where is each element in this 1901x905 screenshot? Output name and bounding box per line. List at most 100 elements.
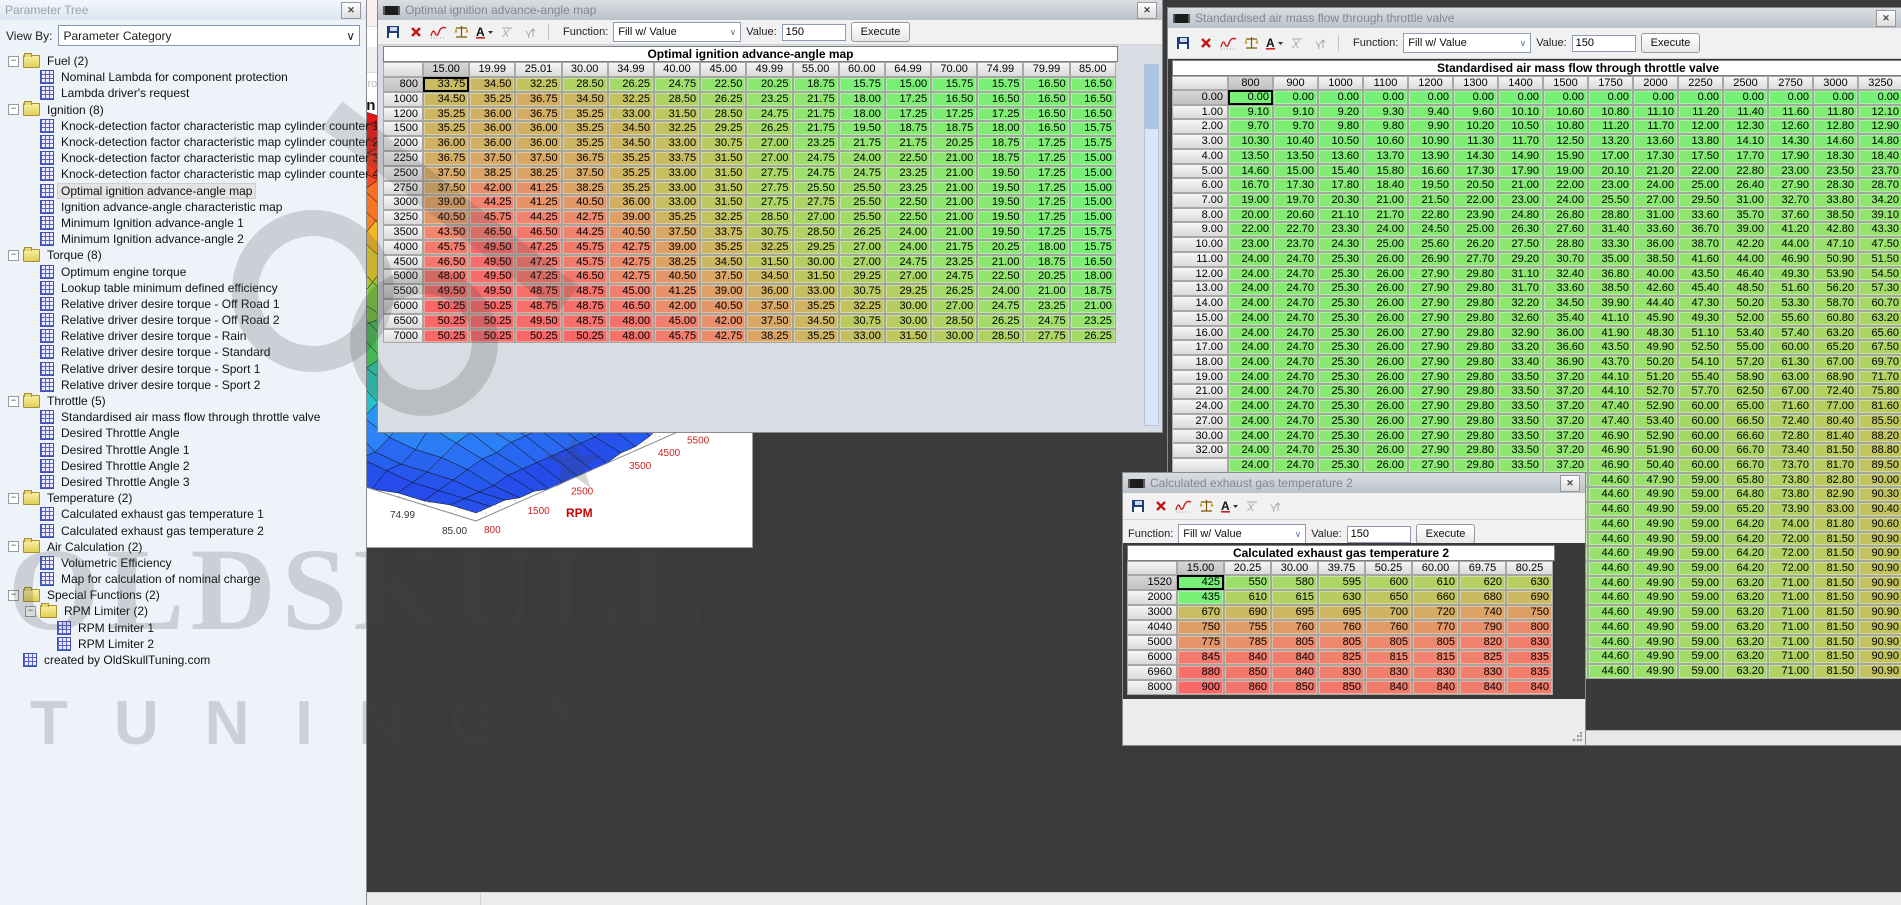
map-cell[interactable]: 790 <box>1459 620 1506 635</box>
map-cell[interactable]: 24.00 <box>1228 458 1273 473</box>
map-cell[interactable]: 90.40 <box>1858 502 1901 517</box>
map-cell[interactable]: 18.75 <box>977 151 1023 166</box>
map-cell[interactable]: 50.25 <box>469 329 515 344</box>
map-cell[interactable]: 27.00 <box>839 240 885 255</box>
map-cell[interactable]: 35.70 <box>1723 208 1768 223</box>
map-cell[interactable]: 37.50 <box>746 314 792 329</box>
map-cell[interactable]: 9.20 <box>1318 105 1363 120</box>
map-cell[interactable]: 90.90 <box>1858 649 1901 664</box>
map-cell[interactable]: 805 <box>1412 635 1459 650</box>
map-cell[interactable]: 18.75 <box>885 121 931 136</box>
map-cell[interactable]: 26.40 <box>1723 178 1768 193</box>
map-cell[interactable]: 90.90 <box>1858 635 1901 650</box>
tree-leaf-item[interactable]: created by OldSkullTuning.com <box>2 652 366 668</box>
map-cell[interactable]: 81.50 <box>1813 532 1858 547</box>
map-cell[interactable]: 10.90 <box>1408 134 1453 149</box>
map-cell[interactable]: 24.00 <box>1228 326 1273 341</box>
map-cell[interactable]: 17.00 <box>1588 149 1633 164</box>
map-cell[interactable]: 41.25 <box>515 181 561 196</box>
map-cell[interactable]: 37.50 <box>469 151 515 166</box>
map-cell[interactable]: 88.80 <box>1858 443 1901 458</box>
map-cell[interactable]: 67.00 <box>1813 355 1858 370</box>
map-cell[interactable]: 32.25 <box>515 77 561 92</box>
map-cell[interactable]: 59.00 <box>1678 605 1723 620</box>
map-cell[interactable]: 51.10 <box>1678 326 1723 341</box>
save-icon[interactable] <box>1173 35 1192 52</box>
map-cell[interactable]: 20.50 <box>1453 178 1498 193</box>
ignition-title-bar[interactable]: Optimal ignition advance-angle map ✕ <box>378 0 1162 20</box>
map-cell[interactable]: 31.50 <box>654 107 700 122</box>
map-cell[interactable]: 18.30 <box>1813 149 1858 164</box>
map-cell[interactable]: 72.40 <box>1813 384 1858 399</box>
map-cell[interactable]: 18.75 <box>1023 255 1069 270</box>
map-cell[interactable]: 49.90 <box>1633 487 1678 502</box>
row-header[interactable]: 1500 <box>383 121 423 136</box>
map-cell[interactable]: 830 <box>1365 665 1412 680</box>
map-cell[interactable]: 29.80 <box>1453 355 1498 370</box>
map-cell[interactable]: 840 <box>1271 665 1318 680</box>
map-cell[interactable]: 35.25 <box>469 92 515 107</box>
map-cell[interactable]: 19.50 <box>977 210 1023 225</box>
map-cell[interactable]: 9.80 <box>1318 119 1363 134</box>
map-cell[interactable]: 30.75 <box>839 314 885 329</box>
trace-icon[interactable] <box>1219 35 1238 52</box>
map-cell[interactable]: 49.90 <box>1633 664 1678 679</box>
map-cell[interactable]: 24.70 <box>1273 355 1318 370</box>
map-cell[interactable]: 425 <box>1177 575 1224 590</box>
tree-leaf-item[interactable]: Volumetric Efficiency <box>2 555 366 571</box>
view-by-select[interactable]: Parameter Category ∨ <box>58 25 360 46</box>
tree-folder-item[interactable]: −Special Functions (2) <box>2 587 366 603</box>
map-cell[interactable]: 27.00 <box>1633 193 1678 208</box>
map-cell[interactable]: 820 <box>1459 635 1506 650</box>
map-cell[interactable]: 24.70 <box>1273 252 1318 267</box>
close-icon[interactable]: ✕ <box>1137 2 1157 19</box>
map-cell[interactable]: 28.30 <box>1813 178 1858 193</box>
fill-mode-icon[interactable]: A <box>1220 498 1239 515</box>
map-cell[interactable]: 21.75 <box>885 136 931 151</box>
map-cell[interactable]: 33.00 <box>654 136 700 151</box>
map-cell[interactable]: 38.70 <box>1678 237 1723 252</box>
row-header[interactable]: 5000 <box>383 269 423 284</box>
map-cell[interactable]: 0.00 <box>1363 90 1408 105</box>
map-cell[interactable]: 46.50 <box>608 299 654 314</box>
map-cell[interactable]: 33.75 <box>654 151 700 166</box>
map-cell[interactable]: 25.50 <box>1588 193 1633 208</box>
map-cell[interactable]: 27.00 <box>931 299 977 314</box>
map-cell[interactable]: 33.60 <box>1633 222 1678 237</box>
map-cell[interactable]: 46.40 <box>1723 267 1768 282</box>
map-cell[interactable]: 42.80 <box>1813 222 1858 237</box>
map-cell[interactable]: 48.75 <box>562 314 608 329</box>
map-cell[interactable]: 900 <box>1177 680 1224 695</box>
clear-icon[interactable] <box>1151 498 1170 515</box>
tree-folder-item[interactable]: −Fuel (2) <box>2 53 366 69</box>
map-cell[interactable]: 695 <box>1271 605 1318 620</box>
map-cell[interactable]: 38.25 <box>654 255 700 270</box>
map-cell[interactable]: 33.00 <box>654 195 700 210</box>
row-header[interactable]: 5.00 <box>1172 164 1228 179</box>
map-cell[interactable]: 46.50 <box>562 269 608 284</box>
map-cell[interactable]: 30.70 <box>1543 252 1588 267</box>
row-header[interactable]: 1200 <box>383 107 423 122</box>
tree-leaf-item[interactable]: Desired Throttle Angle <box>2 425 366 441</box>
map-cell[interactable]: 81.70 <box>1813 458 1858 473</box>
map-cell[interactable]: 18.75 <box>793 77 839 92</box>
map-cell[interactable]: 830 <box>1318 665 1365 680</box>
row-header[interactable]: 5500 <box>383 284 423 299</box>
map-cell[interactable]: 72.80 <box>1768 429 1813 444</box>
map-cell[interactable]: 10.50 <box>1318 134 1363 149</box>
map-cell[interactable]: 10.10 <box>1498 105 1543 120</box>
column-header[interactable]: 19.99 <box>469 62 515 77</box>
map-cell[interactable]: 29.80 <box>1453 267 1498 282</box>
map-cell[interactable]: 63.20 <box>1723 664 1768 679</box>
map-cell[interactable]: 18.40 <box>1858 149 1901 164</box>
map-cell[interactable]: 27.90 <box>1408 399 1453 414</box>
map-cell[interactable]: 18.00 <box>839 92 885 107</box>
map-cell[interactable]: 33.00 <box>654 166 700 181</box>
map-cell[interactable]: 21.00 <box>931 210 977 225</box>
map-cell[interactable]: 66.70 <box>1723 458 1768 473</box>
map-cell[interactable]: 33.50 <box>1498 429 1543 444</box>
map-cell[interactable]: 45.75 <box>562 255 608 270</box>
map-cell[interactable]: 26.90 <box>1408 252 1453 267</box>
map-cell[interactable]: 88.20 <box>1858 429 1901 444</box>
map-cell[interactable]: 22.00 <box>1543 178 1588 193</box>
